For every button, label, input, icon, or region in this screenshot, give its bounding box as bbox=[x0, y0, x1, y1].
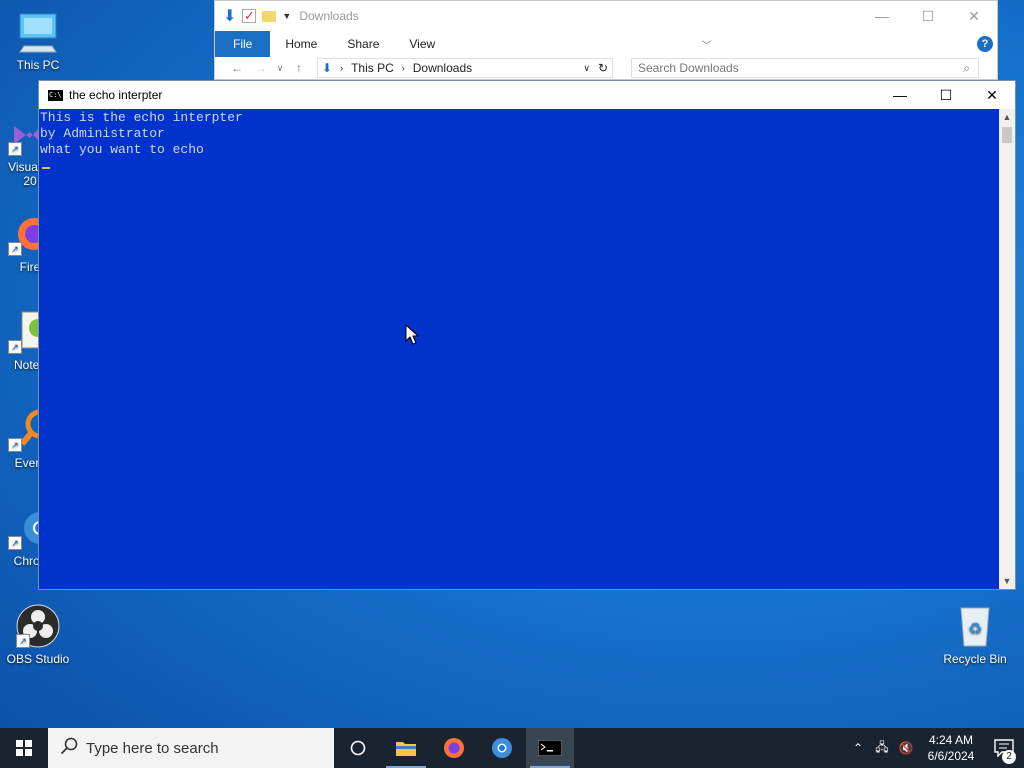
shortcut-arrow-icon: ↗ bbox=[8, 340, 22, 354]
svg-text:♻: ♻ bbox=[968, 619, 982, 638]
mouse-pointer-icon bbox=[405, 323, 420, 351]
desktop-icon-label: OBS Studio bbox=[6, 652, 70, 666]
explorer-minimize-button[interactable]: — bbox=[859, 8, 905, 25]
explorer-search-input[interactable]: Search Downloads ⌕ bbox=[631, 58, 979, 78]
breadcrumb-separator-icon: › bbox=[401, 63, 405, 73]
new-folder-icon[interactable] bbox=[262, 10, 277, 22]
ribbon-expand-chevron-icon[interactable]: ﹀ bbox=[702, 37, 712, 52]
explorer-search-placeholder: Search Downloads bbox=[638, 61, 739, 75]
properties-icon[interactable]: ✓ bbox=[242, 9, 257, 23]
firefox-icon bbox=[444, 738, 464, 758]
search-icon: ⌕ bbox=[963, 61, 970, 75]
network-icon[interactable]: 🖧 bbox=[870, 738, 894, 759]
downloads-folder-icon: ⬇ bbox=[322, 61, 333, 75]
console-output[interactable]: This is the echo interpter by Administrat… bbox=[39, 109, 1001, 589]
command-prompt-icon bbox=[538, 740, 562, 756]
cortana-circle-icon bbox=[350, 740, 366, 756]
explorer-window-title: Downloads bbox=[299, 9, 359, 23]
address-bar[interactable]: ⬇ › This PC › Downloads ∨ ↻ bbox=[317, 58, 613, 78]
console-window[interactable]: C:\ the echo interpter — ☐ ✕ This is the… bbox=[38, 80, 1016, 590]
desktop-icon-this-pc[interactable]: This PC bbox=[0, 10, 76, 72]
taskbar-search-box[interactable]: Type here to search bbox=[48, 728, 334, 768]
explorer-close-button[interactable]: ✕ bbox=[951, 8, 997, 25]
file-explorer-window[interactable]: ⬇ ✓ ▼ Downloads — ☐ ✕ File Home Share Vi… bbox=[214, 0, 998, 80]
address-dropdown-icon[interactable]: ∨ bbox=[583, 63, 590, 74]
scroll-down-arrow-icon[interactable]: ▼ bbox=[999, 573, 1015, 589]
desktop-icon-recycle-bin[interactable]: ♻ Recycle Bin bbox=[937, 604, 1013, 666]
console-maximize-button[interactable]: ☐ bbox=[923, 81, 969, 109]
forward-arrow-icon[interactable]: → bbox=[249, 61, 273, 75]
quick-access-dropdown-icon[interactable]: ▼ bbox=[282, 11, 291, 21]
shortcut-arrow-icon: ↗ bbox=[8, 438, 22, 452]
taskbar-console[interactable] bbox=[526, 728, 574, 768]
taskbar-firefox[interactable] bbox=[430, 728, 478, 768]
system-tray: ⌃ 🖧 🔇 4:24 AM 6/6/2024 2 bbox=[846, 728, 1024, 768]
action-center-button[interactable]: 2 bbox=[984, 739, 1024, 764]
up-arrow-icon[interactable]: ↑ bbox=[287, 61, 311, 75]
console-prompt-line[interactable] bbox=[40, 158, 1001, 174]
tab-file[interactable]: File bbox=[215, 31, 271, 57]
show-hidden-icons-chevron-icon[interactable]: ⌃ bbox=[846, 741, 870, 755]
start-button[interactable] bbox=[0, 728, 48, 768]
clock-time: 4:24 AM bbox=[928, 733, 974, 747]
windows-logo-icon bbox=[16, 740, 32, 756]
taskbar: Type here to search ⌃ 🖧 🔇 4:24 AM 6/6/20… bbox=[0, 728, 1024, 768]
recycle-bin-icon: ♻ bbox=[953, 604, 997, 648]
volume-muted-icon[interactable]: 🔇 bbox=[894, 741, 918, 755]
computer-icon bbox=[16, 10, 60, 54]
notification-count-badge: 2 bbox=[1002, 750, 1016, 764]
desktop-icon-label: Recycle Bin bbox=[943, 652, 1007, 666]
shortcut-arrow-icon: ↗ bbox=[8, 536, 22, 550]
explorer-maximize-button[interactable]: ☐ bbox=[905, 8, 951, 25]
desktop-icon-obs-studio[interactable]: ↗ OBS Studio bbox=[0, 604, 76, 666]
shortcut-arrow-icon: ↗ bbox=[8, 242, 22, 256]
breadcrumb-downloads[interactable]: Downloads bbox=[413, 61, 472, 75]
taskbar-file-explorer[interactable] bbox=[382, 728, 430, 768]
task-view-button[interactable] bbox=[334, 728, 382, 768]
console-minimize-button[interactable]: — bbox=[877, 81, 923, 109]
recent-locations-chevron-icon[interactable]: ∨ bbox=[273, 63, 287, 74]
shortcut-arrow-icon: ↗ bbox=[8, 142, 22, 156]
desktop-icon-label: This PC bbox=[16, 58, 60, 72]
breadcrumb-separator-icon: › bbox=[340, 63, 344, 73]
console-line: by Administrator bbox=[40, 126, 165, 141]
search-icon bbox=[60, 737, 78, 759]
command-prompt-icon: C:\ bbox=[48, 89, 63, 101]
taskbar-clock[interactable]: 4:24 AM 6/6/2024 bbox=[918, 732, 984, 764]
taskbar-search-placeholder: Type here to search bbox=[86, 739, 219, 757]
explorer-title-bar[interactable]: ⬇ ✓ ▼ Downloads — ☐ ✕ bbox=[215, 1, 997, 31]
clock-date: 6/6/2024 bbox=[927, 749, 975, 763]
download-arrow-icon: ⬇ bbox=[223, 8, 237, 25]
back-arrow-icon[interactable]: ← bbox=[225, 61, 249, 75]
explorer-ribbon: File Home Share View ﹀ ? bbox=[215, 31, 997, 57]
tab-view[interactable]: View bbox=[394, 31, 450, 57]
refresh-icon[interactable]: ↻ bbox=[598, 61, 608, 75]
shortcut-arrow-icon: ↗ bbox=[16, 634, 30, 648]
tab-share[interactable]: Share bbox=[332, 31, 394, 57]
folder-icon bbox=[396, 742, 416, 756]
help-icon[interactable]: ? bbox=[977, 36, 993, 52]
taskbar-chrome[interactable] bbox=[478, 728, 526, 768]
scrollbar-thumb[interactable] bbox=[1002, 127, 1012, 143]
console-close-button[interactable]: ✕ bbox=[969, 81, 1015, 109]
breadcrumb-this-pc[interactable]: This PC bbox=[351, 61, 394, 75]
obs-studio-icon: ↗ bbox=[16, 604, 60, 648]
explorer-address-row: ← → ∨ ↑ ⬇ › This PC › Downloads ∨ ↻ Sear… bbox=[215, 57, 997, 79]
console-title-bar[interactable]: C:\ the echo interpter — ☐ ✕ bbox=[39, 81, 1015, 109]
console-scrollbar[interactable]: ▲ ▼ bbox=[999, 109, 1015, 589]
chrome-icon bbox=[492, 738, 512, 758]
scroll-up-arrow-icon[interactable]: ▲ bbox=[999, 109, 1015, 125]
console-window-title: the echo interpter bbox=[69, 88, 163, 102]
console-line: what you want to echo bbox=[40, 142, 204, 157]
console-line: This is the echo interpter bbox=[40, 110, 243, 125]
text-cursor bbox=[42, 167, 50, 169]
tab-home[interactable]: Home bbox=[270, 31, 332, 57]
